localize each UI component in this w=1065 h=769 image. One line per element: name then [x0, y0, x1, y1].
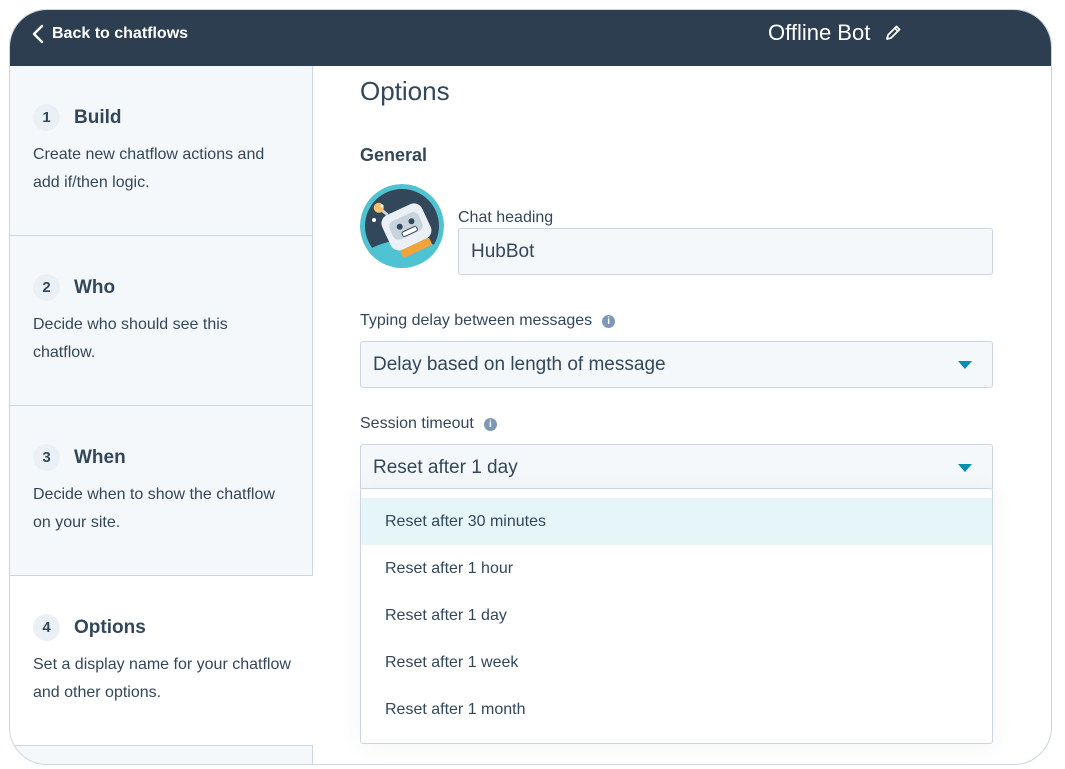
sidebar-step-who[interactable]: 2 Who Decide who should see this chatflo… [10, 236, 313, 406]
session-timeout-label-text: Session timeout [360, 415, 474, 432]
step-title: When [74, 446, 126, 468]
step-description: Create new chatflow actions and add if/t… [33, 146, 265, 191]
step-description: Decide who should see this chatflow. [33, 316, 228, 361]
chevron-left-icon [32, 24, 44, 44]
dropdown-option-1-week[interactable]: Reset after 1 week [361, 639, 992, 686]
top-bar: Back to chatflows Offline Bot [10, 10, 1051, 66]
dropdown-option-1-day[interactable]: Reset after 1 day [361, 592, 992, 639]
section-title-general: General [360, 145, 428, 165]
step-number: 4 [33, 614, 60, 641]
chat-heading-label: Chat heading [458, 209, 553, 227]
caret-down-icon [958, 360, 972, 369]
bot-name: Offline Bot [768, 20, 871, 45]
chat-heading-label-text: Chat heading [458, 209, 554, 226]
info-icon[interactable]: i [602, 314, 616, 328]
step-number: 2 [33, 274, 60, 301]
dropdown-option-1-hour[interactable]: Reset after 1 hour [361, 545, 992, 592]
step-description: Set a display name for your chatflow and… [33, 656, 291, 701]
dropdown-option-30-minutes[interactable]: Reset after 30 minutes [361, 498, 992, 545]
chatflow-editor-window: Back to chatflows Offline Bot 1 Build Cr… [9, 9, 1052, 765]
step-description: Decide when to show the chatflow on your… [33, 486, 275, 531]
caret-down-icon [958, 463, 972, 472]
pencil-icon[interactable] [884, 24, 902, 42]
back-to-chatflows-link[interactable]: Back to chatflows [32, 22, 188, 46]
bot-title: Offline Bot [768, 19, 902, 47]
step-title: Options [74, 616, 146, 638]
robot-avatar [360, 184, 444, 268]
step-title: Who [74, 276, 116, 298]
sidebar-step-when[interactable]: 3 When Decide when to show the chatflow … [10, 406, 313, 576]
step-number: 3 [33, 444, 60, 471]
sidebar-step-next[interactable] [10, 746, 313, 764]
typing-delay-label: Typing delay between messages i [360, 312, 616, 330]
session-timeout-label: Session timeout i [360, 415, 497, 433]
info-icon[interactable]: i [483, 417, 497, 431]
page-title: Options [360, 76, 450, 106]
dropdown-option-1-month[interactable]: Reset after 1 month [361, 686, 992, 733]
sidebar-step-build[interactable]: 1 Build Create new chatflow actions and … [10, 66, 313, 236]
sidebar-step-options[interactable]: 4 Options Set a display name for your ch… [10, 576, 313, 746]
step-number: 1 [33, 104, 60, 131]
session-timeout-dropdown: Reset after 30 minutes Reset after 1 hou… [360, 488, 993, 744]
session-timeout-select[interactable]: Reset after 1 day [360, 444, 993, 491]
step-title: Build [74, 106, 122, 128]
typing-delay-select[interactable]: Delay based on length of message [360, 341, 993, 388]
back-link-label: Back to chatflows [52, 25, 189, 42]
typing-delay-label-text: Typing delay between messages [360, 312, 593, 329]
typing-delay-value: Delay based on length of message [373, 353, 666, 375]
session-timeout-value: Reset after 1 day [373, 456, 518, 478]
chat-heading-input[interactable] [458, 228, 993, 275]
steps-sidebar: 1 Build Create new chatflow actions and … [10, 66, 313, 764]
